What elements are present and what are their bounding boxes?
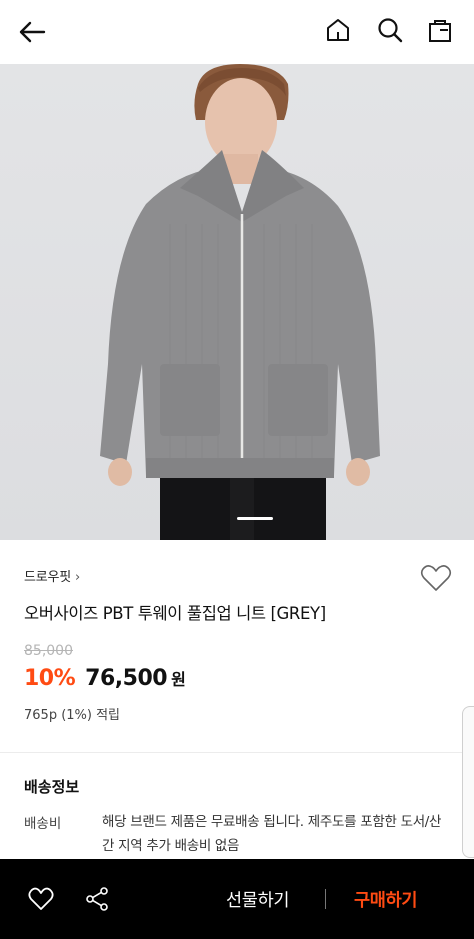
buy-button[interactable]: 구매하기 <box>354 887 418 912</box>
shopping-bag-icon[interactable] <box>426 16 454 44</box>
shipping-heading: 배송정보 <box>24 778 80 796</box>
product-photo <box>100 64 380 540</box>
price-row: 10% 76,500 원 <box>24 666 186 696</box>
product-title: 오버사이즈 PBT 투웨이 풀집업 니트 [GREY] <box>24 604 326 623</box>
brand-name: 드로우핏 <box>24 570 72 585</box>
currency-unit: 원 <box>171 670 186 689</box>
share-icon[interactable] <box>84 886 110 912</box>
gift-button[interactable]: 선물하기 <box>226 887 290 912</box>
shipping-fee-value: 해당 브랜드 제품은 무료배송 됩니다. 제주도를 포함한 도서/산간 지역 추… <box>102 814 442 854</box>
search-icon[interactable] <box>376 16 404 44</box>
carousel-indicator <box>237 517 273 520</box>
bottom-action-bar: 선물하기 구매하기 <box>0 859 474 939</box>
side-scroll-handle[interactable] <box>462 706 474 858</box>
brand-link[interactable]: 드로우핏 › <box>24 566 80 585</box>
reward-points: 765p (1%) 적립 <box>24 708 121 723</box>
shipping-fee-label: 배송비 <box>24 816 62 832</box>
discount-rate: 10% <box>24 666 76 691</box>
button-separator <box>325 889 326 909</box>
arrow-left-icon[interactable] <box>16 16 48 48</box>
home-icon[interactable] <box>324 16 352 44</box>
section-divider <box>0 752 474 753</box>
chevron-right-icon: › <box>75 570 81 585</box>
top-nav-bar <box>0 0 474 64</box>
original-price: 85,000 <box>24 643 73 659</box>
product-image-carousel[interactable] <box>0 64 474 540</box>
wishlist-heart-icon[interactable] <box>28 887 54 911</box>
sale-price: 76,500 <box>85 666 168 691</box>
heart-icon[interactable] <box>420 564 452 592</box>
